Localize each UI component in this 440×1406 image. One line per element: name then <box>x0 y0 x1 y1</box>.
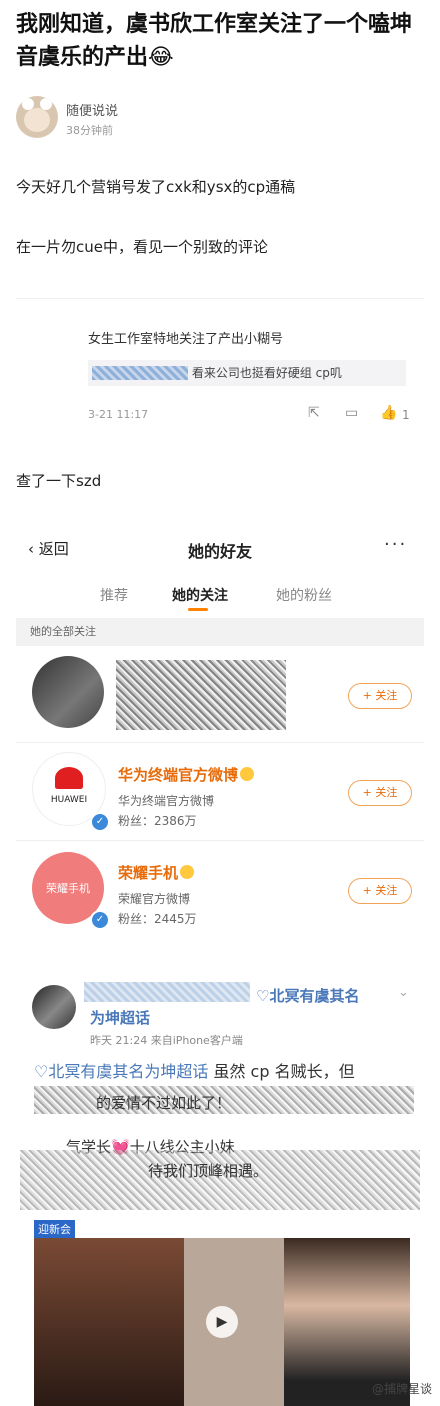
post-line-1: ♡北冥有虞其名为坤超话 虽然 cp 名贼长，但 <box>34 1062 355 1081</box>
tab-recommend[interactable]: 推荐 <box>100 585 128 605</box>
section-header: 她的全部关注 <box>16 618 424 646</box>
comment-reply: 看来公司也挺看好硬组 cp叽 <box>88 360 406 386</box>
blurred-username <box>84 982 250 1002</box>
account-desc: 荣耀官方微博 <box>118 892 191 906</box>
topic-link-cont[interactable]: 为坤超话 <box>90 1007 150 1028</box>
post-line-2: 的爱情不过如此了！ <box>96 1094 232 1112</box>
blurred-name <box>116 660 286 730</box>
more-icon[interactable]: ··· <box>384 534 407 555</box>
avatar[interactable] <box>32 656 104 728</box>
like-icon[interactable]: 👍 <box>380 405 397 421</box>
follow-button[interactable]: + 关注 <box>348 683 412 709</box>
paragraph-1: 今天好几个营销号发了cxk和ysx的cp通稿 <box>16 178 296 196</box>
tab-following[interactable]: 她的关注 <box>172 585 228 605</box>
verified-icon: ✓ <box>90 910 110 930</box>
page-title: 她的好友 <box>187 542 252 561</box>
post-meta: 昨天 21:24 来自iPhone客户端 <box>90 1034 243 1047</box>
article-title: 我刚知道，虞书欣工作室关注了一个嗑坤音虞乐的产出😂 <box>16 12 413 70</box>
person-left <box>34 1238 184 1406</box>
follow-button[interactable]: + 关注 <box>348 780 412 806</box>
author-avatar[interactable] <box>16 96 58 138</box>
watermark: @捕牌星谈 <box>371 1382 432 1396</box>
chevron-down-icon[interactable]: ⌄ <box>398 985 409 1000</box>
comment-icon[interactable]: ▭ <box>345 405 358 421</box>
divider <box>16 298 424 299</box>
reply-text: 看来公司也挺看好硬组 cp叽 <box>191 366 342 380</box>
fans-count: 粉丝：2445万 <box>118 912 197 926</box>
emoji-icon <box>180 865 195 879</box>
blurred-username <box>92 366 188 380</box>
play-icon[interactable]: ▶ <box>206 1306 238 1338</box>
tab-fans[interactable]: 她的粉丝 <box>276 585 332 605</box>
tab-indicator <box>188 608 208 611</box>
share-icon[interactable]: ⇱ <box>308 405 320 421</box>
post-line-4: 待我们顶峰相遇。 <box>148 1162 269 1180</box>
comment-time: 3-21 11:17 <box>88 408 149 421</box>
fans-count: 粉丝：2386万 <box>118 814 197 828</box>
author-name[interactable]: 随便说说 <box>66 100 118 119</box>
comment-text: 女生工作室特地关注了产出小糊号 <box>88 332 284 347</box>
emoji-icon <box>240 767 255 781</box>
post-time: 38分钟前 <box>66 124 113 137</box>
video-tag: 迎新会 <box>34 1220 75 1238</box>
topic-link[interactable]: ♡北冥有虞其名 <box>256 985 359 1006</box>
like-count: 1 <box>402 408 410 422</box>
video-thumbnail[interactable]: ▶ <box>34 1238 410 1406</box>
account-desc: 华为终端官方微博 <box>118 794 215 808</box>
account-name[interactable]: 荣耀手机 <box>118 862 195 883</box>
account-name[interactable]: 华为终端官方微博 <box>118 764 255 785</box>
follow-button[interactable]: + 关注 <box>348 878 412 904</box>
paragraph-2: 在一片勿cue中，看见一个别致的评论 <box>16 238 268 256</box>
paragraph-3: 查了一下szd <box>16 472 102 490</box>
avatar[interactable] <box>32 985 76 1029</box>
huawei-flower-icon <box>55 767 83 789</box>
verified-icon: ✓ <box>90 812 110 832</box>
